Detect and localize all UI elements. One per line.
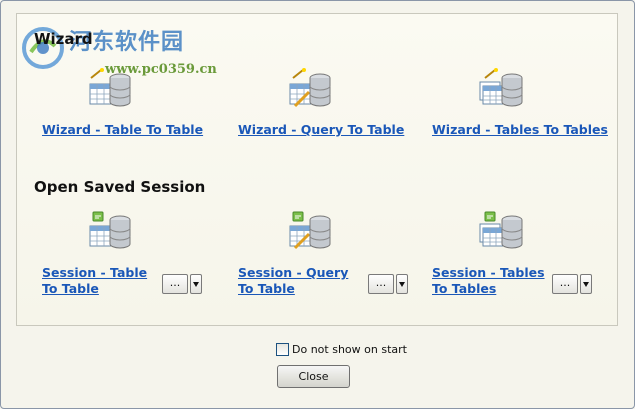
session-table-db-icon[interactable]	[87, 210, 133, 252]
start-dialog: 河东软件园 www.pc0359.cn Wizard Wizard - Tabl…	[0, 0, 635, 409]
session-query-db-icon[interactable]	[287, 210, 333, 252]
wizard-table-to-table-link[interactable]: Wizard - Table To Table	[42, 122, 203, 138]
wizard-query-db-icon[interactable]	[287, 68, 333, 110]
wizard-table-db-icon[interactable]	[87, 68, 133, 110]
wizard-session-group: 河东软件园 www.pc0359.cn Wizard Wizard - Tabl…	[16, 13, 618, 326]
session-tables-browse-button[interactable]: ...	[552, 274, 578, 294]
session-tables-db-icon[interactable]	[479, 210, 525, 252]
session-query-browse-button[interactable]: ...	[368, 274, 394, 294]
session-tables-dropdown-icon[interactable]	[580, 274, 592, 294]
session-query-dropdown-icon[interactable]	[396, 274, 408, 294]
wizard-query-to-table-link[interactable]: Wizard - Query To Table	[238, 122, 404, 138]
session-table-link-line2[interactable]: To Table	[42, 281, 99, 297]
session-tables-link-line2[interactable]: To Tables	[432, 281, 496, 297]
session-table-link-line1[interactable]: Session - Table	[42, 265, 147, 281]
session-query-link-line1[interactable]: Session - Query	[238, 265, 348, 281]
session-tables-link-line1[interactable]: Session - Tables	[432, 265, 545, 281]
wizard-heading: Wizard	[34, 30, 93, 48]
do-not-show-checkbox[interactable]	[276, 343, 289, 356]
session-query-link-line2[interactable]: To Table	[238, 281, 295, 297]
wizard-tables-db-icon[interactable]	[479, 68, 525, 110]
session-table-dropdown-icon[interactable]	[190, 274, 202, 294]
close-button[interactable]: Close	[277, 365, 350, 388]
do-not-show-label[interactable]: Do not show on start	[292, 343, 407, 357]
wizard-tables-to-tables-link[interactable]: Wizard - Tables To Tables	[432, 122, 608, 138]
session-table-browse-button[interactable]: ...	[162, 274, 188, 294]
session-heading: Open Saved Session	[34, 178, 206, 196]
